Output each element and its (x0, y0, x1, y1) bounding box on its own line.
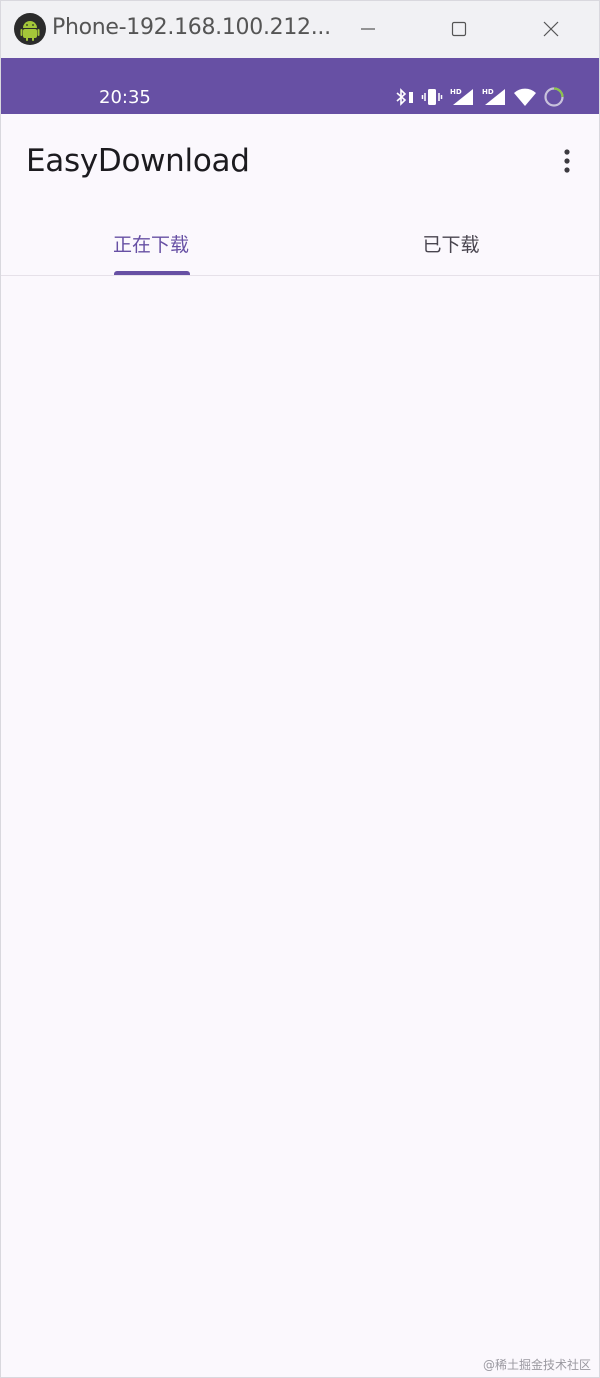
tab-downloading[interactable]: 正在下载 (1, 206, 301, 275)
status-icons: HD HD (393, 86, 565, 108)
tab-bar: 正在下载 已下载 (1, 206, 599, 276)
window-title-bar: Phone-192.168.100.212... (1, 1, 599, 58)
watermark: @稀土掘金技术社区 (482, 1358, 591, 1372)
tab-label: 已下载 (422, 234, 480, 256)
battery-ring-icon (543, 86, 565, 108)
close-icon[interactable] (529, 9, 573, 49)
svg-text:HD: HD (482, 88, 494, 96)
status-bar: 20:35 HD HD (1, 58, 599, 114)
vibrate-icon (421, 87, 443, 107)
wifi-icon (513, 87, 537, 107)
download-list-area: @稀土掘金技术社区 (1, 276, 599, 1377)
tab-label: 正在下载 (112, 234, 189, 256)
app-bar: EasyDownload (1, 114, 599, 206)
svg-text:HD: HD (450, 88, 462, 96)
tab-indicator (114, 271, 190, 275)
tab-downloaded[interactable]: 已下载 (301, 206, 599, 275)
emulator-window: Phone-192.168.100.212... 20:35 HD HD Eas… (0, 0, 600, 1378)
app-title: EasyDownload (26, 143, 250, 179)
hd-signal-icon: HD (449, 87, 475, 107)
bluetooth-icon (393, 87, 415, 107)
window-title: Phone-192.168.100.212... (52, 15, 331, 40)
hd-signal-icon: HD (481, 87, 507, 107)
minimize-icon[interactable] (346, 9, 390, 49)
more-vert-icon[interactable] (549, 141, 585, 181)
maximize-icon[interactable] (437, 9, 481, 49)
android-icon (14, 13, 46, 45)
status-time: 20:35 (99, 87, 151, 108)
